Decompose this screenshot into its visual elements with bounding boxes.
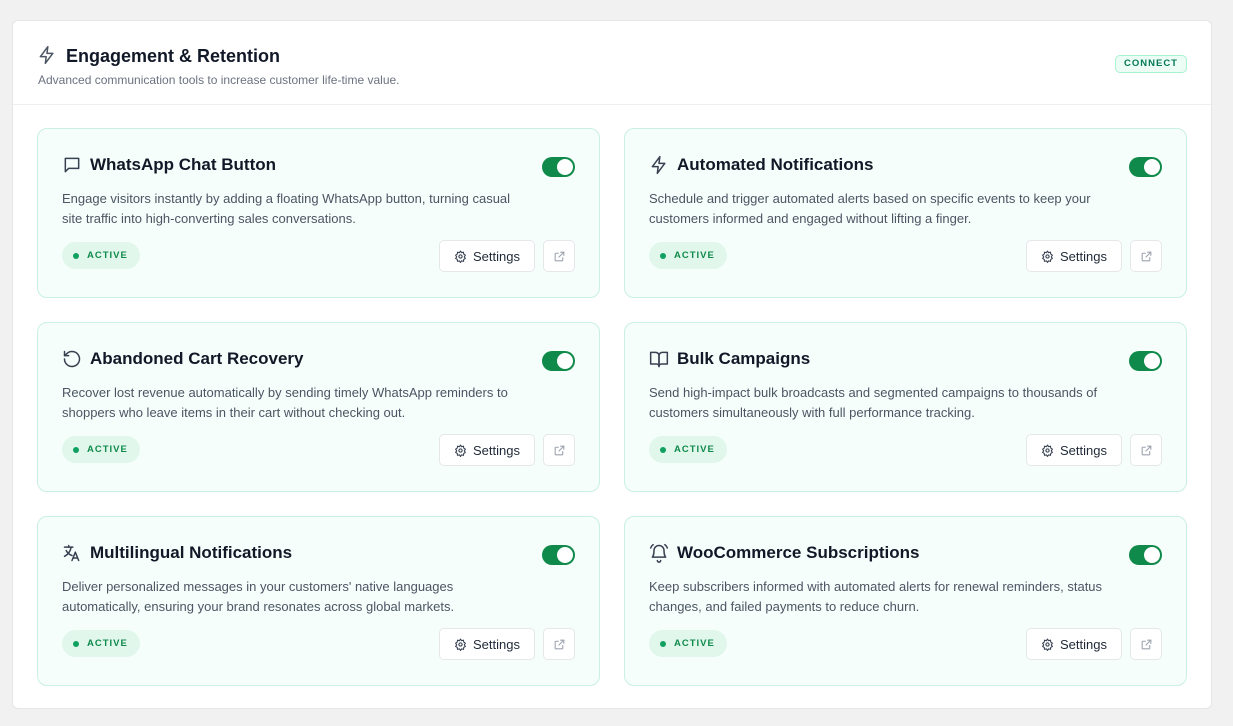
chat-bubble-icon bbox=[62, 155, 82, 175]
settings-button[interactable]: Settings bbox=[439, 240, 535, 272]
translate-icon bbox=[62, 543, 82, 563]
status-text: ACTIVE bbox=[674, 638, 715, 649]
feature-description: Send high-impact bulk broadcasts and seg… bbox=[649, 385, 1098, 420]
feature-toggle[interactable] bbox=[542, 157, 575, 177]
toggle-knob bbox=[1144, 353, 1160, 369]
status-text: ACTIVE bbox=[674, 250, 715, 261]
status-dot bbox=[660, 446, 666, 453]
status-dot bbox=[660, 252, 666, 259]
status-dot bbox=[73, 640, 79, 647]
settings-button[interactable]: Settings bbox=[1026, 240, 1122, 272]
feature-card-automated-notifications: Automated Notifications Schedule and tri… bbox=[624, 128, 1187, 298]
feature-card-woocommerce-subscriptions: WooCommerce Subscriptions Keep subscribe… bbox=[624, 516, 1187, 686]
status-dot bbox=[660, 640, 666, 647]
open-external-button[interactable] bbox=[543, 240, 575, 272]
external-link-icon bbox=[1141, 251, 1151, 261]
engagement-panel: Engagement & Retention Advanced communic… bbox=[12, 20, 1212, 709]
toggle-knob bbox=[557, 159, 573, 175]
external-link-icon bbox=[1141, 445, 1151, 455]
status-badge: ACTIVE bbox=[649, 242, 727, 269]
rotate-ccw-icon bbox=[62, 349, 82, 369]
lightning-icon bbox=[649, 155, 669, 175]
toggle-knob bbox=[557, 547, 573, 563]
panel-header: Engagement & Retention Advanced communic… bbox=[13, 21, 1211, 105]
open-external-button[interactable] bbox=[1130, 240, 1162, 272]
feature-card-bulk-campaigns: Bulk Campaigns Send high-impact bulk bro… bbox=[624, 322, 1187, 492]
bell-ring-icon bbox=[649, 543, 669, 563]
status-text: ACTIVE bbox=[87, 638, 128, 649]
open-external-button[interactable] bbox=[1130, 628, 1162, 660]
feature-card-whatsapp-chat-button: WhatsApp Chat Button Engage visitors ins… bbox=[37, 128, 600, 298]
open-book-icon bbox=[649, 349, 669, 369]
feature-card-abandoned-cart-recovery: Abandoned Cart Recovery Recover lost rev… bbox=[37, 322, 600, 492]
external-link-icon bbox=[1141, 639, 1151, 649]
feature-title: Bulk Campaigns bbox=[677, 349, 811, 368]
external-link-icon bbox=[554, 445, 564, 455]
feature-description: Schedule and trigger automated alerts ba… bbox=[649, 191, 1091, 226]
status-badge: ACTIVE bbox=[62, 436, 140, 463]
settings-label: Settings bbox=[473, 442, 520, 458]
gear-icon bbox=[455, 250, 466, 263]
status-text: ACTIVE bbox=[87, 444, 128, 455]
open-external-button[interactable] bbox=[543, 434, 575, 466]
gear-icon bbox=[455, 638, 466, 651]
feature-title: WooCommerce Subscriptions bbox=[677, 543, 920, 562]
open-external-button[interactable] bbox=[543, 628, 575, 660]
feature-title: WhatsApp Chat Button bbox=[90, 155, 277, 174]
toggle-knob bbox=[557, 353, 573, 369]
status-dot bbox=[73, 446, 79, 453]
settings-button[interactable]: Settings bbox=[439, 628, 535, 660]
lightning-icon bbox=[37, 45, 57, 65]
section-title: Engagement & Retention bbox=[66, 46, 281, 66]
settings-label: Settings bbox=[1060, 248, 1107, 264]
toggle-knob bbox=[1144, 159, 1160, 175]
status-text: ACTIVE bbox=[87, 250, 128, 261]
feature-description: Deliver personalized messages in your cu… bbox=[62, 579, 455, 614]
feature-toggle[interactable] bbox=[1129, 545, 1162, 565]
settings-label: Settings bbox=[1060, 442, 1107, 458]
gear-icon bbox=[455, 444, 466, 457]
feature-toggle[interactable] bbox=[1129, 157, 1162, 177]
status-text: ACTIVE bbox=[674, 444, 715, 455]
feature-toggle[interactable] bbox=[542, 545, 575, 565]
feature-toggle[interactable] bbox=[1129, 351, 1162, 371]
settings-button[interactable]: Settings bbox=[1026, 628, 1122, 660]
settings-button[interactable]: Settings bbox=[1026, 434, 1122, 466]
feature-title: Abandoned Cart Recovery bbox=[90, 349, 304, 368]
settings-button[interactable]: Settings bbox=[439, 434, 535, 466]
settings-label: Settings bbox=[473, 248, 520, 264]
settings-label: Settings bbox=[473, 636, 520, 652]
feature-grid: WhatsApp Chat Button Engage visitors ins… bbox=[37, 128, 1187, 686]
status-badge: ACTIVE bbox=[62, 630, 140, 657]
status-badge: ACTIVE bbox=[649, 436, 727, 463]
external-link-icon bbox=[554, 639, 564, 649]
status-dot bbox=[73, 252, 79, 259]
connect-badge[interactable]: CONNECT bbox=[1115, 55, 1187, 73]
toggle-knob bbox=[1144, 547, 1160, 563]
gear-icon bbox=[1042, 250, 1053, 263]
feature-card-multilingual-notifications: Multilingual Notifications Deliver perso… bbox=[37, 516, 600, 686]
feature-description: Engage visitors instantly by adding a fl… bbox=[62, 191, 511, 226]
feature-description: Keep subscribers informed with automated… bbox=[649, 579, 1103, 614]
section-description: Advanced communication tools to increase… bbox=[38, 73, 400, 87]
open-external-button[interactable] bbox=[1130, 434, 1162, 466]
gear-icon bbox=[1042, 444, 1053, 457]
settings-label: Settings bbox=[1060, 636, 1107, 652]
status-badge: ACTIVE bbox=[62, 242, 140, 269]
status-badge: ACTIVE bbox=[649, 630, 727, 657]
feature-description: Recover lost revenue automatically by se… bbox=[62, 385, 508, 420]
feature-title: Multilingual Notifications bbox=[90, 543, 293, 562]
feature-title: Automated Notifications bbox=[677, 155, 874, 174]
feature-toggle[interactable] bbox=[542, 351, 575, 371]
external-link-icon bbox=[554, 251, 564, 261]
gear-icon bbox=[1042, 638, 1053, 651]
